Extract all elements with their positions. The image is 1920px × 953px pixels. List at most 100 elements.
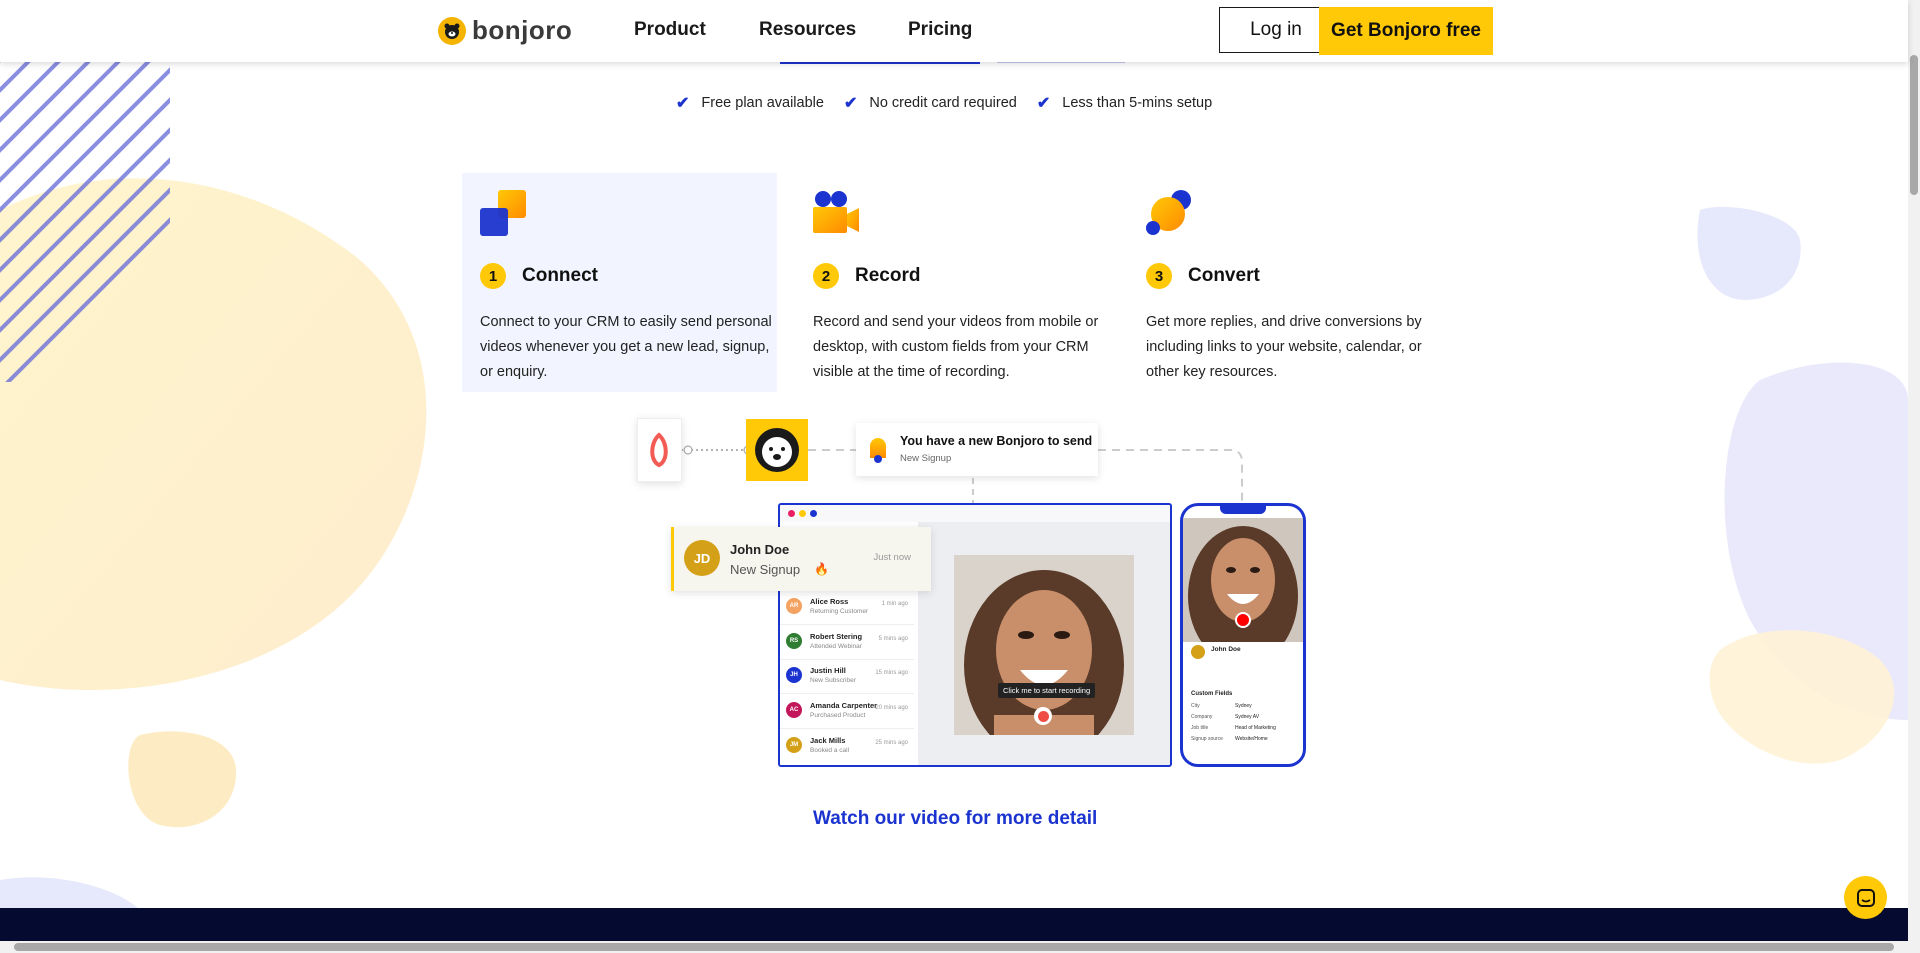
list-item[interactable]: AC Amanda Carpenter Purchased Product 20… — [780, 694, 914, 729]
avatar: JH — [786, 667, 802, 683]
contact-subtitle: Attended Webinar — [810, 643, 862, 650]
bear-logo-icon — [438, 16, 466, 45]
step-number: 2 — [813, 263, 839, 289]
contact-time: 15 mins ago — [875, 670, 908, 676]
contact-subtitle: New Subscriber — [810, 677, 856, 684]
field-value: Head of Marketing — [1235, 725, 1276, 731]
mobile-phone: John Doe Custom Fields City Sydney Compan… — [1180, 503, 1306, 767]
nav-link-product[interactable]: Product — [634, 19, 706, 41]
video-preview: Click me to start recording — [954, 555, 1134, 735]
step-description: Connect to your CRM to easily send perso… — [480, 314, 772, 380]
list-item[interactable]: JM Jack Mills Booked a call 25 mins ago — [780, 729, 914, 763]
custom-fields-title: Custom Fields — [1191, 691, 1233, 697]
contact-subtitle: Returning Customer — [810, 608, 869, 615]
benefit-item: ✔ Less than 5-mins setup — [1037, 93, 1212, 113]
login-button[interactable]: Log in — [1219, 7, 1333, 53]
custom-field-row: Job title Head of Marketing — [1191, 725, 1295, 736]
avatar: AR — [786, 598, 802, 614]
field-value: Website/Home — [1235, 736, 1268, 742]
flame-icon: 🔥 — [814, 562, 829, 576]
contact-name: Jack Mills — [810, 736, 846, 745]
contact-time: Just now — [873, 552, 912, 563]
checkmark-icon: ✔ — [1036, 95, 1051, 112]
step-connect[interactable]: 1 Connect Connect to your CRM to easily … — [480, 190, 780, 385]
window-dot-icon — [788, 510, 795, 517]
contact-name: John Doe — [730, 542, 790, 557]
bonjoro-logo[interactable]: bonjoro — [438, 15, 572, 46]
window-dot-icon — [810, 510, 817, 517]
step-title: Connect — [522, 265, 598, 286]
contact-name: Robert Stering — [810, 632, 863, 641]
record-button[interactable] — [1235, 612, 1251, 628]
avatar: JD — [684, 540, 720, 576]
horizontal-scrollbar-thumb[interactable] — [14, 943, 1894, 951]
field-label: Job title — [1191, 725, 1209, 731]
benefit-label: Free plan available — [701, 95, 824, 111]
contact-subtitle: Booked a call — [810, 747, 850, 754]
step-description: Get more replies, and drive conversions … — [1146, 314, 1422, 380]
contact-time: 5 mins ago — [878, 636, 908, 642]
list-item[interactable]: RS Robert Stering Attended Webinar 5 min… — [780, 625, 914, 660]
contact-name: Justin Hill — [810, 666, 846, 675]
list-item[interactable]: AR Alice Ross Returning Customer 1 min a… — [780, 590, 914, 625]
checkmark-icon: ✔ — [676, 95, 690, 112]
step-number: 1 — [480, 263, 506, 289]
field-label: Signup source — [1191, 736, 1223, 742]
field-label: Company — [1191, 714, 1213, 720]
step-description: Record and send your videos from mobile … — [813, 314, 1099, 380]
contact-time: 20 mins ago — [875, 705, 908, 711]
avatar: JM — [786, 737, 802, 753]
field-value: Sydney — [1235, 703, 1252, 709]
phone-notch — [1220, 506, 1266, 514]
chat-icon — [1856, 888, 1875, 907]
custom-field-row: Signup source Website/Home — [1191, 736, 1295, 747]
logo-text: bonjoro — [472, 15, 573, 45]
connect-icon — [480, 190, 526, 236]
step-convert[interactable]: 3 Convert Get more replies, and drive co… — [1146, 190, 1446, 385]
record-hint-tooltip: Click me to start recording — [998, 683, 1096, 698]
chat-launcher-button[interactable] — [1844, 876, 1887, 919]
checkmark-icon: ✔ — [843, 95, 858, 112]
notification-subtitle: New Signup — [900, 453, 952, 464]
new-signup-card[interactable]: JD John Doe New Signup 🔥 Just now — [671, 527, 931, 591]
step-title: Record — [855, 265, 921, 286]
field-label: City — [1191, 703, 1200, 709]
watch-video-link[interactable]: Watch our video for more detail — [813, 808, 1097, 830]
list-item[interactable]: JH Justin Hill New Subscriber 15 mins ag… — [780, 659, 914, 694]
window-dot-icon — [799, 510, 806, 517]
nav-link-pricing[interactable]: Pricing — [908, 19, 972, 41]
custom-field-row: City Sydney — [1191, 703, 1295, 714]
step-title: Convert — [1188, 265, 1260, 286]
top-navbar: bonjoro Product Resources Pricing Log in… — [0, 0, 1908, 62]
field-value: Sydney AV — [1235, 714, 1260, 720]
convert-icon — [1146, 190, 1191, 235]
nav-link-resources[interactable]: Resources — [759, 19, 856, 41]
notification-title: You have a new Bonjoro to send — [900, 434, 1093, 448]
contact-subtitle: New Signup — [730, 562, 801, 577]
notification-card: You have a new Bonjoro to send New Signu… — [856, 423, 1098, 476]
benefit-item: ✔ No credit card required — [844, 93, 1017, 113]
crm-integration-card — [637, 418, 682, 482]
custom-fields-list: City Sydney Company Sydney AV Job title Hea… — [1191, 703, 1295, 747]
vertical-scrollbar-thumb[interactable] — [1910, 55, 1918, 195]
benefits-list: ✔ Free plan available ✔ No credit card r… — [676, 93, 1212, 113]
avatar: RS — [786, 633, 802, 649]
avatar — [1191, 645, 1205, 659]
step-number: 3 — [1146, 263, 1172, 289]
bell-icon — [870, 438, 886, 463]
record-button[interactable] — [1034, 707, 1052, 725]
contact-time: 25 mins ago — [875, 740, 908, 746]
step-record[interactable]: 2 Record Record and send your videos fro… — [813, 190, 1113, 385]
benefit-item: ✔ Free plan available — [676, 93, 824, 113]
custom-field-row: Company Sydney AV — [1191, 714, 1295, 725]
bear-logo-icon — [755, 428, 799, 472]
contact-name: John Doe — [1211, 646, 1241, 653]
avatar: AC — [786, 702, 802, 718]
active-tab-underline — [780, 62, 980, 64]
get-bonjoro-free-button[interactable]: Get Bonjoro free — [1319, 7, 1493, 55]
record-dot-icon — [1037, 710, 1049, 722]
contact-name: Amanda Carpenter — [810, 701, 878, 710]
contact-time: 1 min ago — [881, 601, 908, 607]
benefit-label: Less than 5-mins setup — [1062, 95, 1213, 111]
benefit-label: No credit card required — [869, 95, 1017, 111]
